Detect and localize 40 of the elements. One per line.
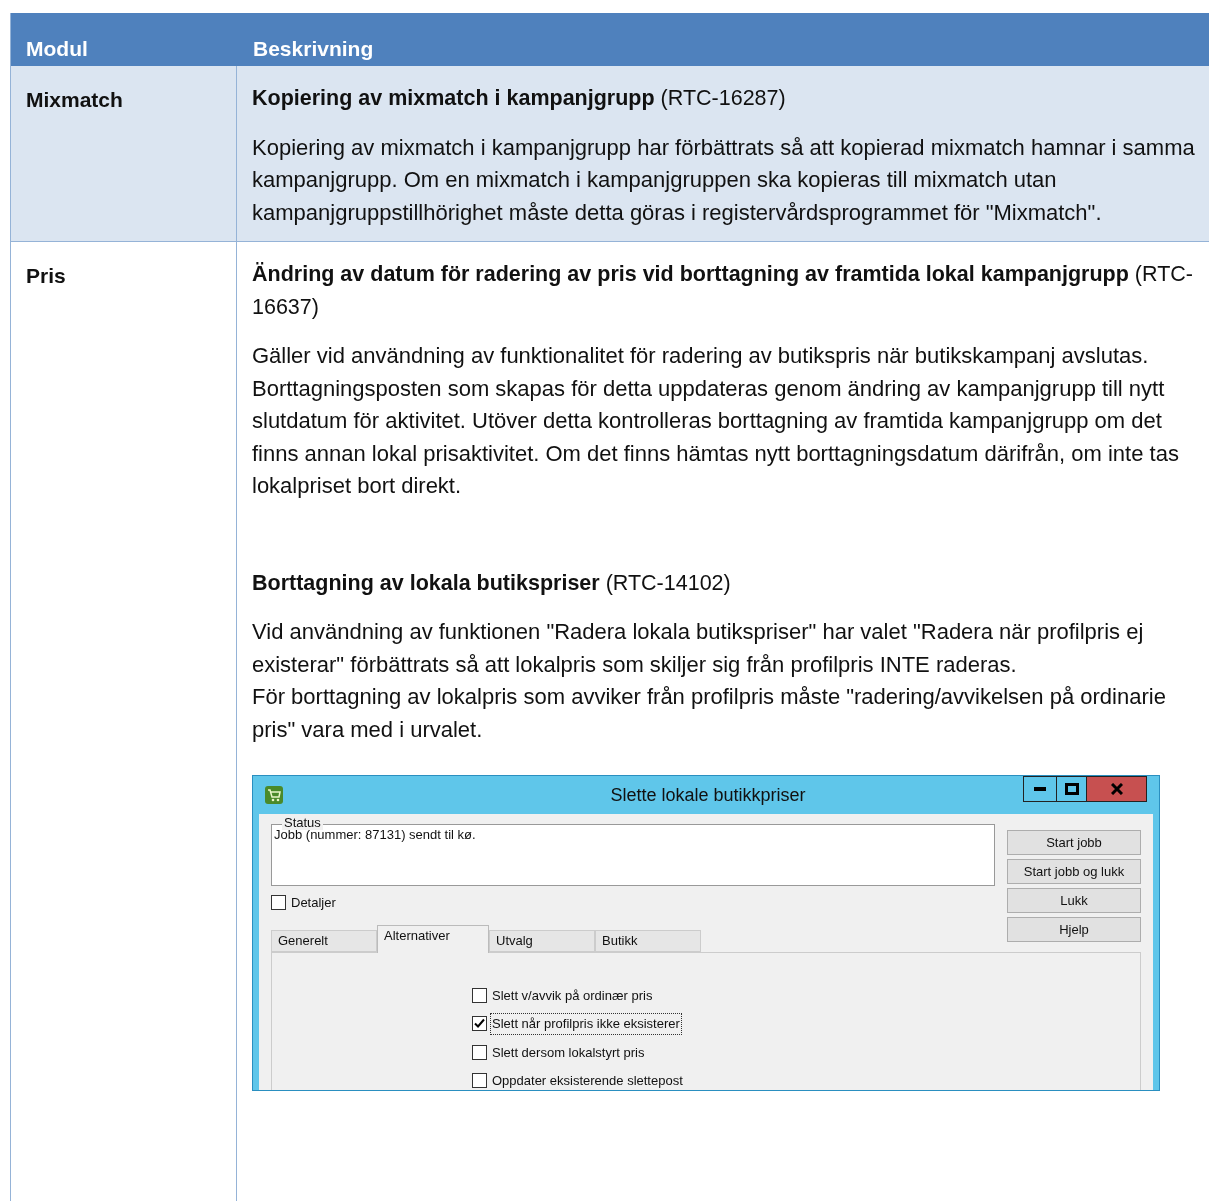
window-title: Slette lokale butikkpriser xyxy=(609,783,807,807)
checkbox[interactable] xyxy=(472,1016,487,1032)
tab[interactable]: Utvalg xyxy=(489,929,595,952)
close-icon xyxy=(1110,783,1123,795)
entry-heading: Borttagning av lokala butikspriser (RTC-14102) xyxy=(252,569,732,597)
checkmark-icon xyxy=(474,1018,485,1030)
option-label: Oppdater eksisterende slettepost xyxy=(491,1072,684,1090)
dialog-button[interactable]: Start jobb og lukk xyxy=(1007,859,1141,884)
tab[interactable]: Generelt xyxy=(271,929,377,952)
tab[interactable]: Alternativer xyxy=(377,924,489,953)
entry-heading: Ändring av datum för radering av pris vid borttagning av framtida lokal kampanjgrupp (RTC-16637) xyxy=(252,261,1194,321)
entry-heading: Kopiering av mixmatch i kampanjgrupp (RTC-16287) xyxy=(252,85,787,112)
status-label: Status xyxy=(282,816,323,830)
checkbox-label: Detaljer xyxy=(291,894,336,912)
module-name: Mixmatch xyxy=(26,88,123,111)
minimize-icon xyxy=(1034,787,1046,791)
option-label: Slett dersom lokalstyrt pris xyxy=(491,1043,646,1062)
dialog-button[interactable]: Start jobb xyxy=(1007,830,1141,855)
column-header: Modul xyxy=(25,35,89,62)
checkbox[interactable] xyxy=(271,895,286,911)
checkbox[interactable] xyxy=(472,987,487,1003)
maximize-icon xyxy=(1064,783,1079,795)
description-paragraph: Gäller vid användning av funktionalitet för radering av butikspris när butikskampanj avslutas. Borttagningsposten som skapas för detta uppdateras genom ändring av kampanjgrupp till nytt slutdatum för aktivitet. Utöver detta kontrolleras borttagning av framtida kampanjgrupp om det finns annan lokal prisaktivitet. Om det finns hämtas nytt borttagningsdatum därifrån, om inte tas lokalpriset bort direkt. xyxy=(252,342,1180,500)
module-name: Pris xyxy=(26,264,66,287)
status-text: Jobb (nummer: 87131) sendt til kø. xyxy=(274,828,477,842)
option-label: Slett v/avvik på ordinær pris xyxy=(491,986,654,1005)
maximize-button[interactable] xyxy=(1057,776,1087,802)
minimize-button[interactable] xyxy=(1023,776,1057,802)
description-paragraph: Vid användning av funktionen "Radera lokala butikspriser" har valet "Radera när profilpris ej existerar" förbättrats så att lokalpris som skiljer sig från profilpris INTE raderas. xyxy=(252,618,1145,679)
close-button[interactable] xyxy=(1087,776,1147,802)
option-label: Slett når profilpris ikke eksisterer xyxy=(490,1013,682,1035)
dialog-button[interactable]: Hjelp xyxy=(1007,917,1141,942)
checkbox[interactable] xyxy=(472,1044,487,1060)
tab[interactable]: Butikk xyxy=(595,929,701,952)
description-paragraph: För borttagning av lokalpris som avviker från profilpris måste "radering/avvikelsen på ordinarie pris" vara med i urvalet. xyxy=(252,683,1167,744)
column-header: Beskrivning xyxy=(252,35,374,62)
checkbox[interactable] xyxy=(472,1073,487,1089)
cart-icon xyxy=(265,786,283,804)
dialog-button[interactable]: Lukk xyxy=(1007,888,1141,913)
description-paragraph: Kopiering av mixmatch i kampanjgrupp har förbättrats så att kopierad mixmatch hamnar i samma kampanjgrupp. Om en mixmatch i kampanjgruppen ska kopieras till mixmatch utan kampanjgruppstillhörighet måste detta göras i registervårdsprogrammet för "Mixmatch". xyxy=(252,133,1196,227)
